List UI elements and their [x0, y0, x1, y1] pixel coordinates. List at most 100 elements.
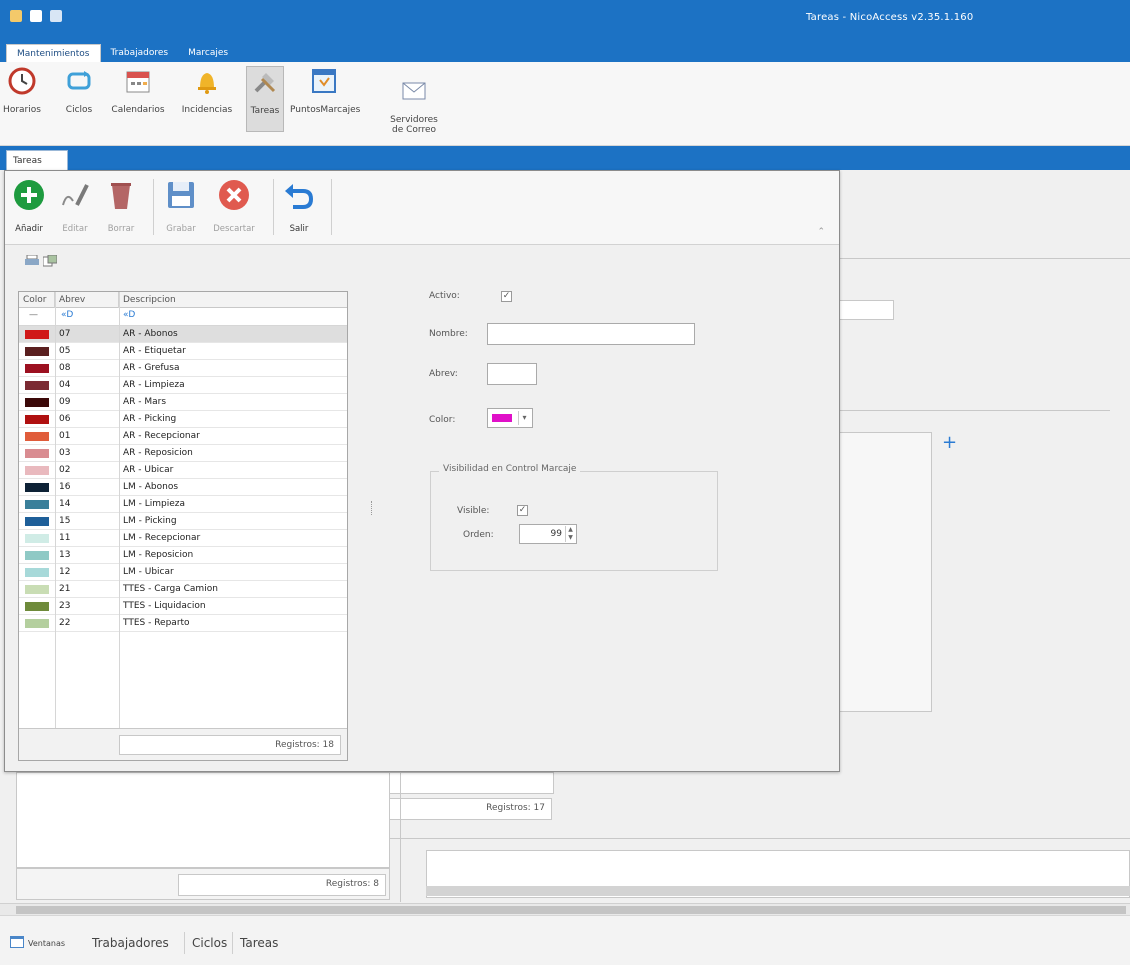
table-row[interactable]: 03 AR - Reposicion — [19, 445, 347, 462]
table-row[interactable]: 13 LM - Reposicion — [19, 547, 347, 564]
ribbon-servidores-button[interactable]: Servidores de Correo — [386, 66, 442, 145]
background-input[interactable] — [836, 300, 894, 320]
window-tabs-bar: Ventanas Trabajadores Ciclos Tareas — [0, 915, 1130, 965]
table-row[interactable]: 16 LM - Abonos — [19, 479, 347, 496]
table-row[interactable]: 12 LM - Ubicar — [19, 564, 347, 581]
column-divider — [55, 292, 56, 734]
table-row[interactable]: 05 AR - Etiquetar — [19, 343, 347, 360]
filter-abrev[interactable]: «D — [61, 310, 73, 320]
tab-trabajadores[interactable]: Trabajadores — [101, 44, 179, 62]
quick-access-menu-icon[interactable] — [50, 10, 62, 22]
filter-row[interactable]: — «D «D — [19, 308, 347, 326]
table-row[interactable]: 21 TTES - Carga Camion — [19, 581, 347, 598]
tareas-grid: Color Abrev Descripcion — «D «D 07 AR - A… — [18, 291, 348, 761]
tab-separator — [232, 932, 233, 954]
toolbar-separator — [331, 179, 332, 235]
abrev-cell: 04 — [59, 380, 71, 390]
column-header-descripcion[interactable]: Descripcion — [119, 292, 347, 308]
table-row[interactable]: 23 TTES - Liquidacion — [19, 598, 347, 615]
divider — [836, 258, 1130, 259]
ribbon-incidencias-label: Incidencias — [181, 105, 233, 115]
table-row[interactable]: 02 AR - Ubicar — [19, 462, 347, 479]
visible-checkbox[interactable]: ✓ — [517, 505, 528, 516]
tab-marcajes[interactable]: Marcajes — [178, 44, 238, 62]
ribbon-ciclos-button[interactable]: Ciclos — [64, 66, 94, 115]
table-row[interactable]: 15 LM - Picking — [19, 513, 347, 530]
spinner-arrows-icon[interactable]: ▲ ▼ — [565, 526, 575, 542]
edit-label: Editar — [62, 224, 88, 234]
activo-label: Activo: — [429, 291, 460, 301]
ribbon-puntosmarcajes-button[interactable]: PuntosMarcajes — [290, 66, 360, 115]
color-swatch — [25, 568, 49, 577]
abrev-cell: 03 — [59, 448, 71, 458]
color-swatch — [25, 619, 49, 628]
tab-ciclos-window[interactable]: Ciclos — [192, 936, 227, 950]
table-row[interactable]: 08 AR - Grefusa — [19, 360, 347, 377]
save-icon[interactable] — [30, 10, 42, 22]
color-swatch — [25, 398, 49, 407]
table-row[interactable]: 14 LM - Limpieza — [19, 496, 347, 513]
descripcion-cell: AR - Grefusa — [123, 363, 180, 373]
main-horizontal-scrollbar[interactable] — [0, 903, 1130, 915]
background-panel — [836, 432, 932, 712]
orden-spinner[interactable]: 99 ▲ ▼ — [519, 524, 577, 544]
print-icon[interactable] — [25, 255, 39, 267]
filter-descripcion[interactable]: «D — [123, 310, 135, 320]
quick-access-toolbar — [10, 10, 62, 22]
scrollbar-thumb[interactable] — [16, 906, 1126, 914]
delete-label: Borrar — [107, 224, 135, 234]
tab-tareas-window[interactable]: Tareas — [240, 936, 278, 950]
delete-button[interactable]: Borrar — [103, 177, 139, 234]
add-icon[interactable]: + — [942, 432, 957, 453]
save-button[interactable]: Grabar — [163, 177, 199, 234]
ribbon-tabs: Mantenimientos Trabajadores Marcajes — [0, 44, 238, 62]
ribbon-horarios-button[interactable]: Horarios — [2, 66, 42, 115]
abrev-label: Abrev: — [429, 369, 458, 379]
column-header-abrev[interactable]: Abrev — [55, 292, 119, 308]
filter-color[interactable]: — — [29, 310, 38, 320]
doc-tab-tareas[interactable]: Tareas — [6, 150, 68, 170]
horizontal-scrollbar[interactable] — [426, 886, 1130, 896]
title-bar: Tareas - NicoAccess v2.35.1.160 Mantenim… — [0, 0, 1130, 62]
table-row[interactable]: 01 AR - Recepcionar — [19, 428, 347, 445]
table-row[interactable]: 04 AR - Limpieza — [19, 377, 347, 394]
activo-checkbox[interactable]: ✓ — [501, 291, 512, 302]
cycle-icon — [67, 71, 91, 90]
exit-button[interactable]: Salir — [281, 177, 317, 234]
export-icon[interactable] — [43, 255, 57, 267]
ribbon-calendarios-button[interactable]: Calendarios — [110, 66, 166, 115]
color-picker[interactable]: ▾ — [487, 408, 533, 428]
add-button[interactable]: Añadir — [11, 177, 47, 234]
table-row[interactable]: 06 AR - Picking — [19, 411, 347, 428]
ribbon-tareas-button[interactable]: Tareas — [246, 66, 284, 132]
table-row[interactable]: 22 TTES - Reparto — [19, 615, 347, 632]
tab-mantenimientos[interactable]: Mantenimientos — [6, 44, 101, 62]
clock-icon — [8, 67, 36, 95]
app-icon[interactable] — [10, 10, 22, 22]
divider — [836, 410, 1110, 411]
column-header-color[interactable]: Color — [19, 292, 55, 308]
nombre-input[interactable] — [487, 323, 695, 345]
abrev-input[interactable] — [487, 363, 537, 385]
edit-button[interactable]: Editar — [57, 177, 93, 234]
windows-icon — [10, 936, 24, 948]
discard-button[interactable]: Descartar — [209, 177, 259, 234]
color-swatch — [25, 381, 49, 390]
table-row[interactable]: 11 LM - Recepcionar — [19, 530, 347, 547]
tab-ventanas[interactable]: Ventanas — [28, 939, 65, 948]
splitter-handle[interactable] — [371, 501, 373, 515]
column-divider — [119, 292, 120, 734]
undo-arrow-icon — [285, 184, 314, 209]
ribbon-incidencias-button[interactable]: Incidencias — [180, 66, 234, 115]
table-row[interactable]: 09 AR - Mars — [19, 394, 347, 411]
abrev-cell: 05 — [59, 346, 71, 356]
edit-icon — [62, 184, 89, 206]
ribbon: Horarios Ciclos Calendarios Incidencias … — [0, 62, 1130, 146]
chevron-down-icon[interactable]: ▾ — [518, 411, 530, 425]
color-swatch — [492, 414, 512, 422]
tab-trabajadores-window[interactable]: Trabajadores — [92, 936, 169, 950]
table-row[interactable]: 07 AR - Abonos — [19, 326, 347, 343]
mail-icon — [402, 82, 426, 100]
collapse-ribbon-icon[interactable]: ⌃ — [817, 227, 825, 237]
color-swatch — [25, 602, 49, 611]
